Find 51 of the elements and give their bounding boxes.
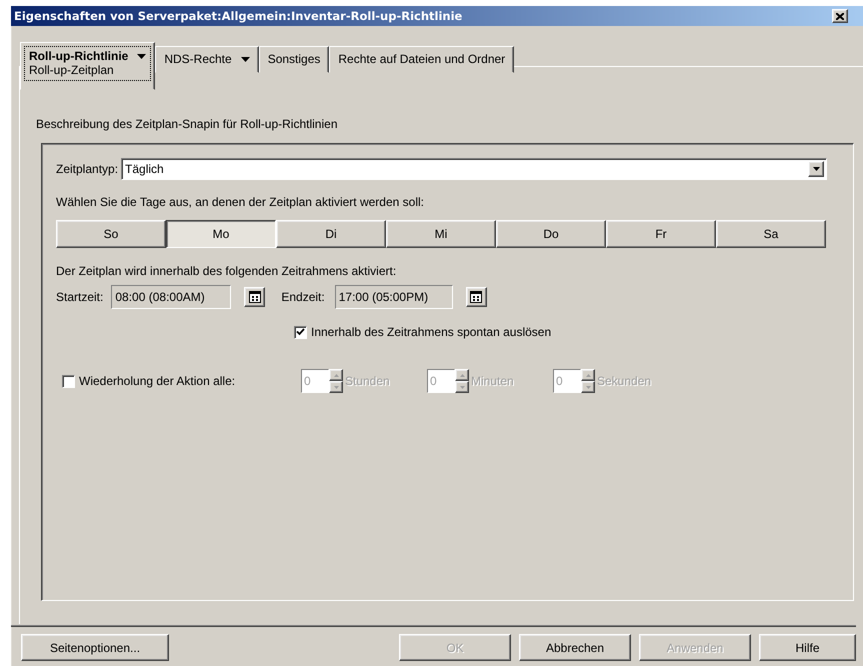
spin-down-button[interactable]	[329, 381, 343, 393]
spin-up-button[interactable]	[329, 369, 343, 381]
spin-down-button[interactable]	[581, 381, 595, 393]
close-button[interactable]	[832, 9, 848, 23]
close-icon	[836, 12, 844, 20]
checkbox[interactable]	[294, 326, 307, 338]
time-picker-button[interactable]	[244, 287, 266, 307]
day-toggle-button[interactable]: So	[56, 220, 166, 248]
time-picker-button[interactable]	[466, 287, 487, 307]
calendar-icon	[248, 291, 261, 303]
field-label: Startzeit:	[56, 290, 104, 304]
dialog-button[interactable]: Abbrechen	[519, 634, 631, 661]
down-arrow-icon	[586, 386, 590, 388]
checkmark-icon	[296, 328, 305, 336]
up-arrow-icon	[334, 374, 338, 376]
up-arrow-icon	[586, 374, 590, 376]
checkbox[interactable]	[62, 374, 75, 388]
checkbox-label: Wiederholung der Aktion alle:	[79, 374, 236, 388]
spin-up-button[interactable]	[455, 369, 469, 381]
schedule-type-dropdown[interactable]: Täglich	[121, 158, 827, 180]
spin-down-button[interactable]	[455, 381, 469, 393]
day-toggle-button[interactable]: Fr	[606, 220, 716, 248]
tab[interactable]: Sonstiges	[258, 46, 330, 73]
down-arrow-icon	[334, 386, 338, 388]
field-label: Zeitplantyp:	[56, 162, 118, 176]
timeframe-prompt: Der Zeitplan wird innerhalb des folgenden Zeitrahmens aktiviert:	[56, 264, 398, 278]
tab-label[interactable]: Roll-up-Richtlinie	[29, 49, 128, 63]
tab[interactable]: Roll-up-Richtlinie Roll-up-Zeitplan	[20, 42, 156, 90]
spin-up-button[interactable]	[581, 369, 595, 381]
calendar-icon	[470, 291, 482, 303]
day-toggle-button[interactable]: Sa	[716, 220, 826, 248]
day-toggle-button[interactable]: Do	[496, 220, 606, 248]
up-arrow-icon	[460, 374, 464, 376]
down-arrow-icon	[460, 386, 464, 388]
tab[interactable]: NDS-Rechte	[155, 46, 259, 73]
dialog-button[interactable]: Hilfe	[759, 634, 856, 661]
tab[interactable]: Rechte auf Dateien und Ordner	[329, 46, 514, 73]
day-toggle-button[interactable]: Di	[276, 220, 386, 248]
end-time-field[interactable]: 17:00 (05:00PM)	[334, 285, 453, 309]
day-toggle-button[interactable]: Mo	[166, 220, 276, 248]
days-prompt: Wählen Sie die Tage aus, an denen der Zeitplan aktiviert werden soll:	[56, 195, 425, 209]
caret-icon	[812, 167, 820, 171]
subpage-link[interactable]: Roll-up-Zeitplan	[29, 63, 114, 77]
description-text: Beschreibung des Zeitplan-Snapin für Roll-up-Richtlinien	[36, 117, 338, 131]
window-title: Eigenschaften von Serverpaket:Allgemein:Inventar-Roll-up-Richtlinie	[14, 9, 462, 23]
dialog-button[interactable]: Seitenoptionen...	[21, 634, 169, 661]
start-time-field[interactable]: 08:00 (08:00AM)	[111, 285, 232, 309]
field-label: Endzeit:	[281, 290, 325, 304]
day-toggle-button[interactable]: Mi	[386, 220, 496, 248]
checkbox-label: Innerhalb des Zeitrahmens spontan auslösen	[311, 325, 552, 339]
dropdown-button[interactable]	[808, 161, 824, 177]
